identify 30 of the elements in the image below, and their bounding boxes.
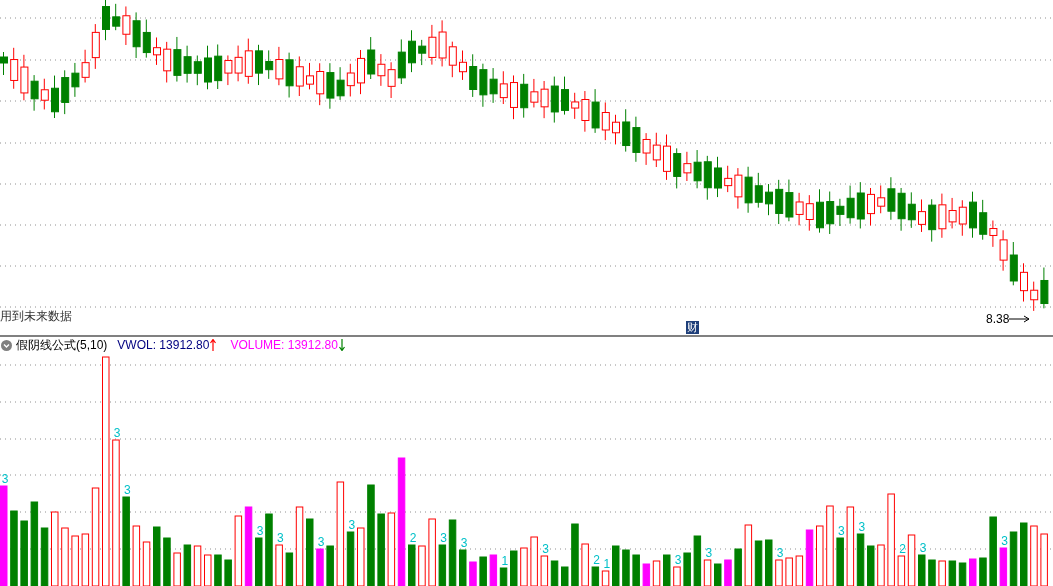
bar-count-label: 3 [440,531,447,545]
bar-count-label: 3 [1001,534,1008,548]
bar-count-label: 3 [277,531,284,545]
last-price-label: 8.38 [986,312,1010,326]
bar-count-label: 3 [858,520,866,534]
bar-count-label: 1 [603,557,611,571]
indicator-name: 假阴线公式(5,10) [16,336,108,354]
bar-count-label: 3 [838,524,845,538]
bar-count-label: 1 [501,554,509,568]
bar-count-label: 3 [113,426,121,440]
bar-count-label: 2 [899,542,906,556]
bar-count-label: 3 [348,518,356,532]
future-data-note: 用到未来数据 [0,308,72,325]
price-pointer-icon [1009,315,1032,323]
bar-count-label: 3 [460,536,468,550]
collapse-icon[interactable] [1,339,12,351]
bar-count-label: 2 [409,531,417,545]
series-value: VOLUME: 13912.80 [230,338,338,352]
finance-badge[interactable]: 财 [686,321,699,334]
series-value: VWOL: 13912.80 [117,338,210,352]
bar-count-label: 3 [1,472,9,486]
bar-count-label: 3 [124,483,131,497]
bar-count-label: 3 [919,541,927,555]
bar-count-label: 3 [674,553,682,567]
bar-count-label: 2 [593,553,600,567]
bar-count-label: 3 [256,524,264,538]
bar-count-label: 3 [705,546,713,560]
bar-count-label: 3 [542,542,549,556]
bar-count-label: 3 [317,535,325,549]
bar-count-label: 3 [776,546,784,560]
